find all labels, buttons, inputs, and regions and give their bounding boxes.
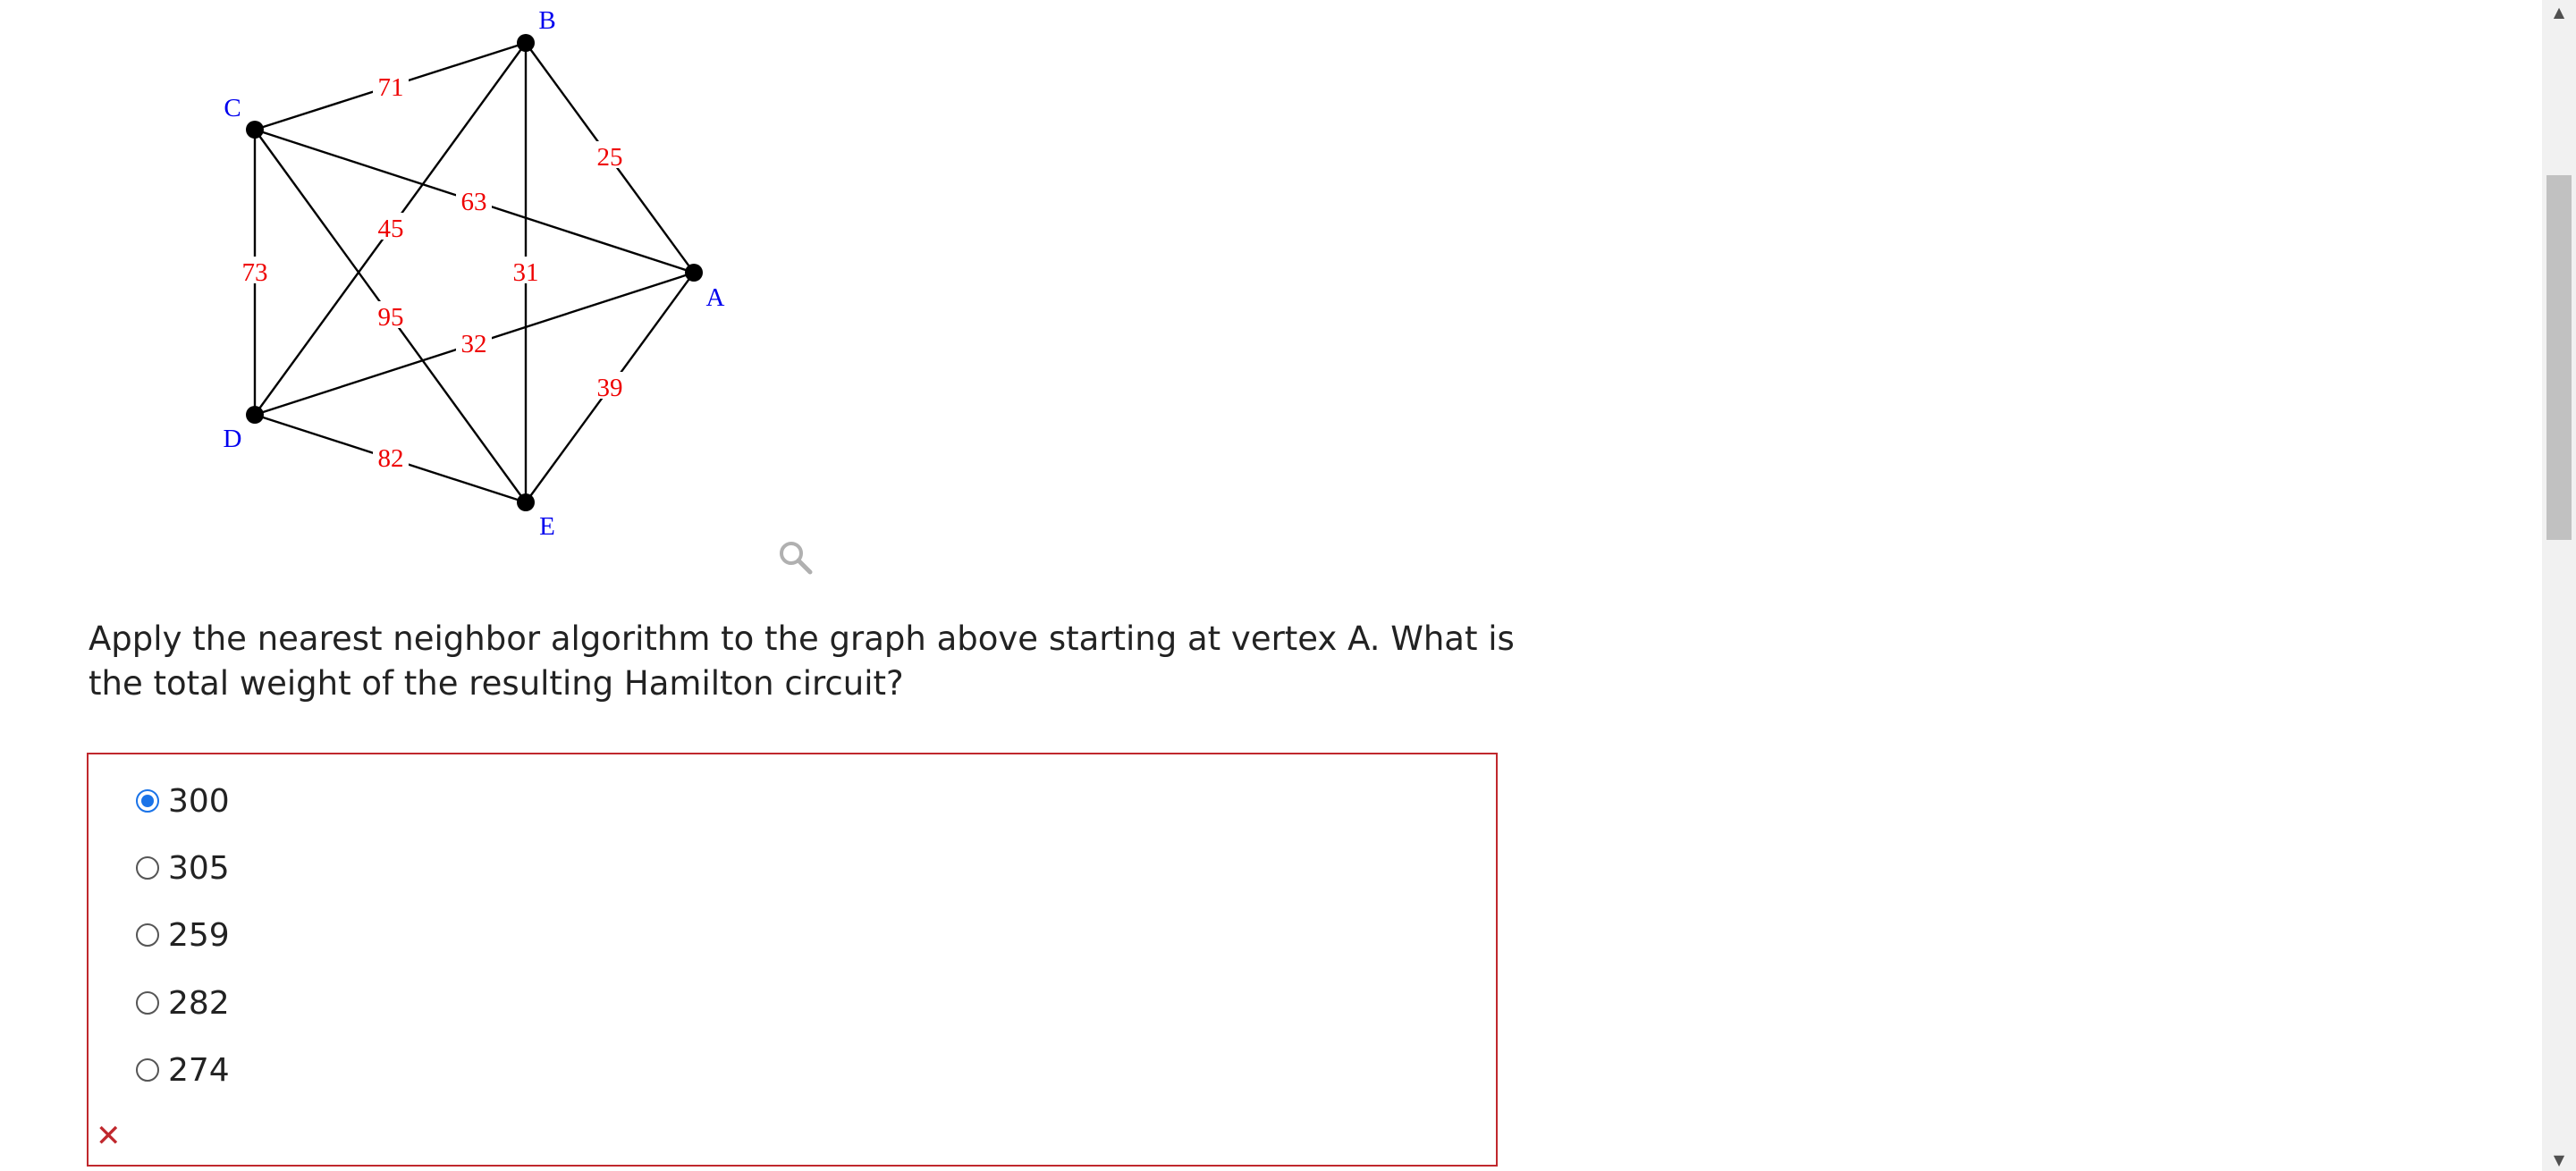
- answer-option-label: 282: [168, 984, 230, 1022]
- vertex-label-A: A: [706, 283, 725, 312]
- radio-button-1[interactable]: [136, 789, 159, 813]
- vertex-label-C: C: [224, 94, 241, 122]
- edge-weight-label: 63: [461, 188, 487, 216]
- vertex-D: [246, 406, 264, 424]
- answer-option-label: 305: [168, 849, 230, 887]
- magnifier-icon[interactable]: [776, 538, 815, 577]
- vertex-B: [517, 34, 535, 52]
- edge-weight-label: 25: [597, 143, 623, 172]
- answer-options-box: 300 305 259 282 274 ✕: [87, 753, 1498, 1167]
- answer-option-label: 274: [168, 1051, 230, 1089]
- graph-figure: 71 25 63 45 31 73 95 32 39 82 A B C D E: [224, 6, 725, 541]
- vertex-A: [685, 264, 703, 282]
- vertical-scrollbar[interactable]: ▲ ▼: [2542, 0, 2576, 1171]
- answer-option-1[interactable]: 300: [136, 779, 230, 823]
- answer-option-4[interactable]: 282: [136, 981, 230, 1025]
- answer-option-3[interactable]: 259: [136, 913, 230, 957]
- vertex-C: [246, 121, 264, 139]
- edge-weight-label: 82: [378, 444, 404, 473]
- edge-weight-label: 32: [461, 330, 487, 358]
- scroll-up-arrow-icon[interactable]: ▲: [2542, 0, 2576, 23]
- vertex-label-D: D: [224, 425, 242, 453]
- scroll-down-arrow-icon[interactable]: ▼: [2542, 1148, 2576, 1171]
- answer-option-label: 259: [168, 916, 230, 954]
- radio-button-4[interactable]: [136, 991, 159, 1015]
- edge-weight-label: 45: [378, 215, 404, 243]
- vertex-label-E: E: [539, 512, 555, 541]
- vertex-E: [517, 493, 535, 511]
- vertex-label-B: B: [538, 6, 555, 35]
- answer-option-5[interactable]: 274: [136, 1048, 230, 1092]
- edge-weight-label: 71: [378, 73, 404, 102]
- graph-vertices: A B C D E: [224, 6, 725, 541]
- radio-button-2[interactable]: [136, 856, 159, 880]
- answer-option-label: 300: [168, 782, 230, 820]
- x-icon: ✕: [96, 1118, 122, 1154]
- scrollbar-thumb[interactable]: [2546, 175, 2572, 540]
- edge-weight-label: 31: [513, 258, 539, 287]
- edge-weight-label: 73: [242, 258, 268, 287]
- edge-weight-label: 39: [597, 374, 623, 402]
- radio-button-3[interactable]: [136, 923, 159, 947]
- graph-edges: 71 25 63 45 31 73 95 32 39 82: [237, 41, 695, 504]
- radio-button-5[interactable]: [136, 1058, 159, 1082]
- answer-option-2[interactable]: 305: [136, 846, 230, 890]
- edge-weight-label: 95: [378, 303, 404, 332]
- question-text: Apply the nearest neighbor algorithm to …: [89, 619, 1515, 703]
